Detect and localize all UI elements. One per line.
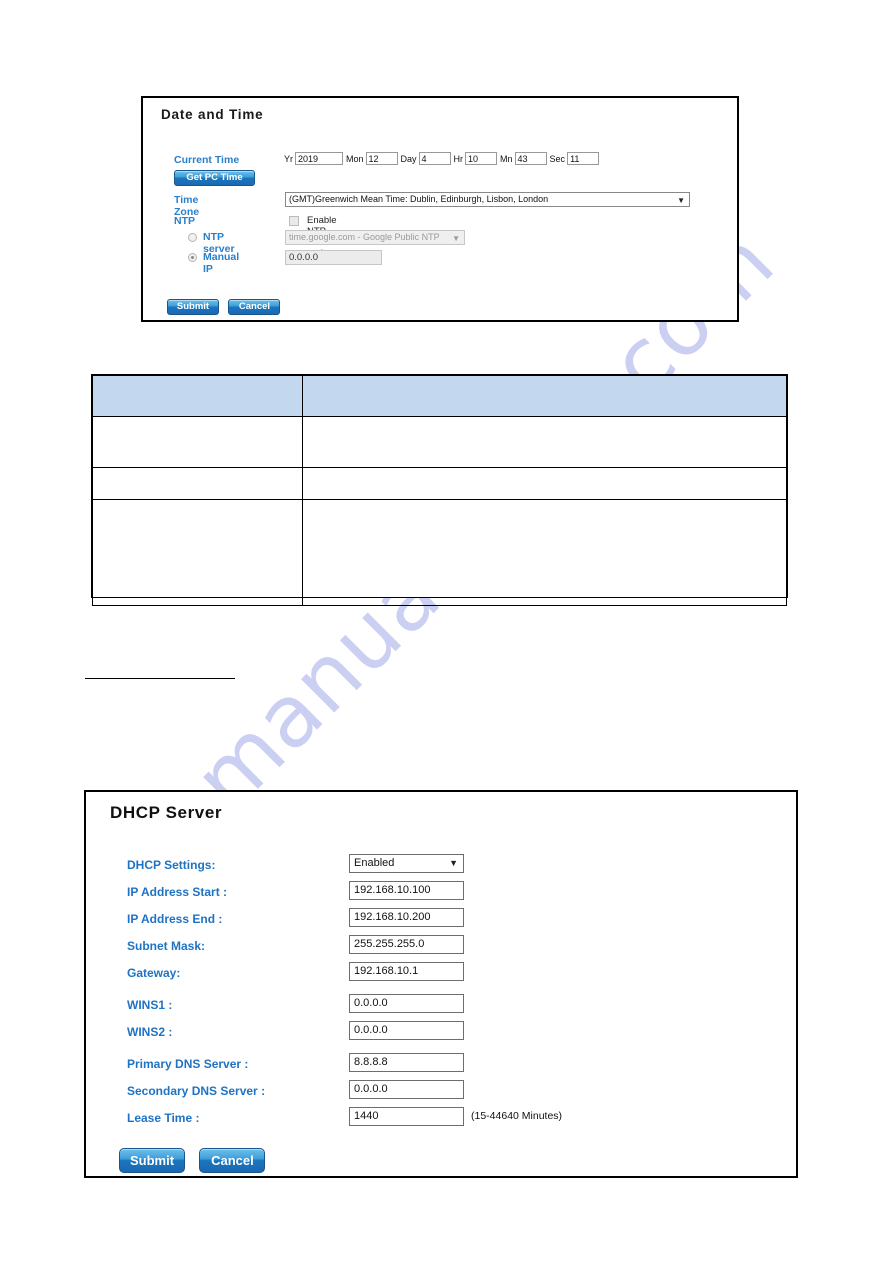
ntp-server-selected-value: time.google.com - Google Public NTP (289, 232, 440, 242)
secondary-dns-server-input[interactable]: 0.0.0.0 (349, 1080, 464, 1099)
lease-time-label: Lease Time : (127, 1111, 200, 1125)
month-label: Mon (346, 153, 364, 164)
table-row (92, 499, 787, 606)
time-unit-second: Sec 11 (550, 152, 600, 165)
submit-button[interactable]: Submit (119, 1148, 185, 1173)
date-time-actions: Submit Cancel (167, 296, 285, 315)
current-time-row: Current Time Yr 2019 Mon 12 Day 4 Hr 10 … (174, 152, 714, 168)
table-cell-description (302, 416, 787, 468)
dhcp-settings-select[interactable]: Enabled ▼ (349, 854, 464, 873)
time-unit-day: Day 4 (401, 152, 451, 165)
table-cell-label (92, 416, 303, 468)
secondary-dns-server-row: Secondary DNS Server : 0.0.0.0 (127, 1080, 767, 1107)
wins1-row: WINS1 : 0.0.0.0 (127, 994, 767, 1021)
manual-ip-radio[interactable] (188, 253, 197, 262)
time-zone-selected-value: (GMT)Greenwich Mean Time: Dublin, Edinbu… (289, 194, 549, 204)
time-unit-minute: Mn 43 (500, 152, 547, 165)
dhcp-settings-label: DHCP Settings: (127, 858, 216, 872)
ip-address-start-label: IP Address Start : (127, 885, 228, 899)
time-zone-select[interactable]: (GMT)Greenwich Mean Time: Dublin, Edinbu… (285, 192, 690, 207)
table-row (92, 416, 787, 468)
ip-address-end-input[interactable]: 192.168.10.200 (349, 908, 464, 927)
ntp-server-select[interactable]: time.google.com - Google Public NTP ▼ (285, 230, 465, 245)
wins1-label: WINS1 : (127, 998, 173, 1012)
manual-ip-label: Manual IP (203, 251, 240, 275)
current-time-label: Current Time (174, 154, 240, 166)
ntp-server-radio[interactable] (188, 233, 197, 242)
primary-dns-server-row: Primary DNS Server : 8.8.8.8 (127, 1053, 767, 1080)
get-pc-time-button[interactable]: Get PC Time (174, 170, 255, 186)
wins2-label: WINS2 : (127, 1025, 173, 1039)
primary-dns-server-input[interactable]: 8.8.8.8 (349, 1053, 464, 1072)
table-row (92, 467, 787, 500)
gateway-input[interactable]: 192.168.10.1 (349, 962, 464, 981)
dhcp-settings-row: DHCP Settings: Enabled ▼ (127, 854, 767, 881)
manual-ip-input[interactable]: 0.0.0.0 (285, 250, 382, 265)
ntp-label: NTP (174, 215, 195, 227)
gateway-row: Gateway: 192.168.10.1 (127, 962, 767, 989)
dhcp-server-panel: DHCP Server DHCP Settings: Enabled ▼ IP … (84, 790, 798, 1178)
section-heading (85, 662, 235, 679)
ip-address-end-row: IP Address End : 192.168.10.200 (127, 908, 767, 935)
hour-label: Hr (453, 153, 464, 164)
date-and-time-panel: Date and Time Current Time Yr 2019 Mon 1… (141, 96, 739, 322)
wins1-input[interactable]: 0.0.0.0 (349, 994, 464, 1013)
year-label: Yr (284, 153, 293, 164)
table-header-row (92, 375, 787, 417)
second-input[interactable]: 11 (567, 152, 600, 165)
table-cell-description (302, 467, 787, 500)
submit-button[interactable]: Submit (167, 299, 219, 315)
wins2-input[interactable]: 0.0.0.0 (349, 1021, 464, 1040)
subnet-mask-row: Subnet Mask: 255.255.255.0 (127, 935, 767, 962)
gateway-label: Gateway: (127, 966, 181, 980)
ip-address-start-input[interactable]: 192.168.10.100 (349, 881, 464, 900)
dhcp-actions: Submit Cancel (119, 1148, 275, 1173)
lease-time-hint: (15-44640 Minutes) (471, 1110, 563, 1122)
year-input[interactable]: 2019 (295, 152, 343, 165)
current-time-fields: Yr 2019 Mon 12 Day 4 Hr 10 Mn 43 Sec 11 (284, 152, 602, 165)
table-cell-label (92, 499, 303, 606)
table-header-cell-0 (92, 375, 303, 417)
day-input[interactable]: 4 (418, 152, 451, 165)
time-unit-year: Yr 2019 (284, 152, 343, 165)
month-input[interactable]: 12 (365, 152, 398, 165)
enable-ntp-checkbox[interactable] (289, 216, 299, 226)
dhcp-server-form: DHCP Settings: Enabled ▼ IP Address Star… (127, 854, 767, 1134)
dhcp-server-title: DHCP Server (110, 803, 223, 822)
minute-input[interactable]: 43 (514, 152, 547, 165)
cancel-button[interactable]: Cancel (228, 299, 281, 315)
table-header-cell-1 (302, 375, 787, 417)
subnet-mask-label: Subnet Mask: (127, 939, 206, 953)
hour-input[interactable]: 10 (465, 152, 498, 165)
time-unit-month: Mon 12 (346, 152, 398, 165)
time-unit-hour: Hr 10 (454, 152, 498, 165)
primary-dns-server-label: Primary DNS Server : (127, 1057, 249, 1071)
lease-time-row: Lease Time : 1440 (15-44640 Minutes) (127, 1107, 767, 1134)
chevron-down-icon: ▼ (449, 858, 458, 868)
chevron-down-icon: ▼ (452, 234, 460, 243)
cancel-button[interactable]: Cancel (199, 1148, 266, 1173)
date-and-time-title: Date and Time (161, 107, 264, 122)
minute-label: Mn (500, 153, 513, 164)
second-label: Sec (549, 153, 566, 164)
table-cell-label (92, 467, 303, 500)
day-label: Day (400, 153, 417, 164)
dhcp-settings-value: Enabled (354, 857, 395, 869)
lease-time-input[interactable]: 1440 (349, 1107, 464, 1126)
wins2-row: WINS2 : 0.0.0.0 (127, 1021, 767, 1048)
ip-address-end-label: IP Address End : (127, 912, 223, 926)
secondary-dns-server-label: Secondary DNS Server : (127, 1084, 266, 1098)
description-table (91, 374, 788, 606)
chevron-down-icon: ▼ (677, 196, 685, 205)
subnet-mask-input[interactable]: 255.255.255.0 (349, 935, 464, 954)
table-cell-description (302, 499, 787, 606)
ip-address-start-row: IP Address Start : 192.168.10.100 (127, 881, 767, 908)
